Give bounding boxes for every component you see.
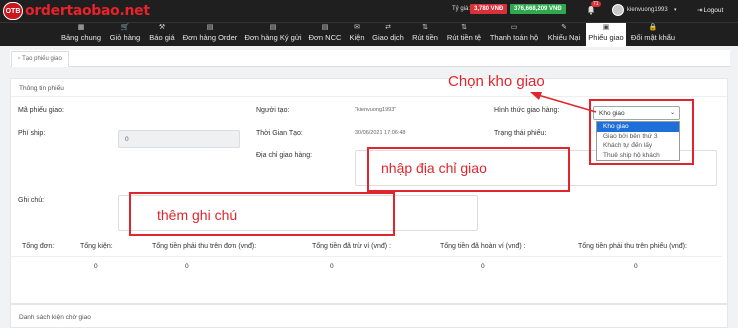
consign-icon: ▤: [269, 24, 277, 31]
annotation-enter-address: nhập địa chỉ giao: [381, 160, 487, 176]
note-label: Ghi chú:: [18, 197, 45, 204]
summary-divider: [10, 256, 722, 257]
created-time-label: Thời Gian Tạo:: [256, 130, 303, 137]
delivery-address-label: Địa chỉ giao hàng:: [256, 152, 313, 159]
nav-item-supplier-orders[interactable]: ▤ Đơn NCC: [307, 23, 343, 47]
ship-fee-field: 0: [118, 130, 240, 148]
summary-total-orders-value: 0: [94, 263, 98, 270]
annotation-box-method: [589, 99, 694, 165]
created-time-value: 30/06/2021 17:06:48: [355, 130, 406, 136]
tab-label: Tạo phiếu giao: [22, 56, 62, 62]
summary-total-packages-value: 0: [185, 263, 189, 270]
summary-total-orders-label: Tổng đơn:: [22, 243, 55, 250]
summary-due-slip-label: Tổng tiền phải thu trên phiếu (vnđ):: [578, 243, 687, 250]
main-nav: ▦ Bảng chung 🛒 Giỏ hàng ⚒ Báo giá ▤ Đơn hàng…: [0, 22, 738, 47]
order-icon: ▤: [206, 24, 214, 31]
logout-icon: ⇥: [697, 7, 703, 14]
balance-value: 376,668,209 VNĐ: [510, 4, 566, 14]
summary-wallet-deducted-value: 0: [481, 263, 485, 270]
delivery-slip-icon: ▣: [602, 24, 610, 31]
package-icon: ✉: [354, 24, 360, 31]
notification-count: 71: [591, 1, 601, 7]
nav-item-withdraw-currency[interactable]: ⇅ Rút tiền tệ: [445, 23, 483, 47]
divider: [11, 96, 727, 97]
nav-item-cart[interactable]: 🛒 Giỏ hàng: [107, 23, 143, 47]
avatar[interactable]: [612, 4, 624, 16]
tab-create-slip[interactable]: ▫ Tạo phiếu giao: [11, 51, 69, 67]
logo-badge: OTB: [3, 2, 23, 20]
tab-strip: ▫ Tạo phiếu giao: [10, 50, 730, 67]
nav-item-orders[interactable]: ▤ Đơn hàng Order: [181, 23, 239, 47]
logo-text: ordertaobao.net: [25, 3, 150, 19]
slip-status-label: Trạng thái phiếu:: [494, 130, 547, 137]
nav-item-dashboard[interactable]: ▦ Bảng chung: [58, 23, 104, 47]
creator-label: Người tạo:: [256, 107, 290, 114]
logout-label: Logout: [703, 6, 724, 14]
annotation-choose-warehouse: Chọn kho giao: [448, 73, 545, 90]
chevron-down-icon[interactable]: ▾: [674, 7, 677, 13]
nav-item-complaints[interactable]: ✎ Khiếu Nại: [545, 23, 583, 47]
annotation-add-note: thêm ghi chú: [157, 207, 238, 223]
nav-item-delivery-slips[interactable]: ▣ Phiếu giao: [586, 23, 626, 47]
pending-packages-card: Danh sách kiện chờ giao: [10, 304, 728, 328]
complaint-icon: ✎: [561, 24, 567, 31]
dashboard-icon: ▦: [77, 24, 85, 31]
exchange-icon: ⇅: [461, 24, 467, 31]
cart-icon: 🛒: [120, 24, 130, 31]
exchange-rate-value: 3,780 VNĐ: [470, 4, 508, 14]
nav-item-change-password[interactable]: 🔒 Đổi mật khẩu: [629, 23, 677, 47]
lock-icon: 🔒: [648, 24, 658, 31]
nav-item-withdraw[interactable]: ⇅ Rút tiền: [409, 23, 441, 47]
transaction-icon: ⇄: [385, 24, 391, 31]
summary-total-packages-label: Tổng kiện:: [80, 243, 113, 250]
nav-item-payment-service[interactable]: ▭ Thanh toán hộ: [488, 23, 540, 47]
slip-code-label: Mã phiếu giao:: [18, 107, 64, 114]
summary-wallet-refunded-label: Tổng tiền đã hoàn ví (vnđ) :: [440, 243, 526, 250]
withdraw-icon: ⇅: [422, 24, 428, 31]
supplier-icon: ▤: [321, 24, 329, 31]
pending-packages-title: Danh sách kiện chờ giao: [19, 314, 91, 321]
ship-fee-label: Phí ship:: [18, 130, 46, 137]
annotation-arrow-icon: [530, 92, 597, 113]
payment-icon: ▭: [510, 24, 518, 31]
nav-item-consign-orders[interactable]: ▤ Đơn hàng Ký gửi: [243, 23, 303, 47]
nav-item-transactions[interactable]: ⇄ Giao dịch: [371, 23, 405, 47]
summary-wallet-deducted-label: Tổng tiền đã trừ ví (vnđ) :: [312, 243, 391, 250]
summary-due-orders-value: 0: [330, 263, 334, 270]
logout-button[interactable]: ⇥ Logout: [697, 6, 724, 15]
wand-icon: ⚒: [158, 24, 166, 31]
summary-wallet-refunded-value: 0: [634, 263, 638, 270]
document-icon: ▫: [18, 56, 21, 62]
card-title: Thông tin phiếu: [19, 85, 64, 92]
nav-item-packages[interactable]: ✉ Kiện: [346, 23, 368, 47]
logo[interactable]: OTB ordertaobao.net: [3, 2, 150, 20]
exchange-rate-label: Tỷ giá:: [452, 6, 471, 12]
ship-fee-value: 0: [125, 136, 129, 143]
summary-due-orders-label: Tổng tiền phải thu trên đơn (vnđ):: [152, 243, 257, 250]
nav-item-quote[interactable]: ⚒ Báo giá: [146, 23, 178, 47]
top-header: OTB ordertaobao.net Tỷ giá: 3,780 VNĐ 37…: [0, 0, 738, 22]
username[interactable]: kienvuong1993: [627, 7, 668, 13]
creator-value: "kienvuong1993": [355, 107, 397, 113]
